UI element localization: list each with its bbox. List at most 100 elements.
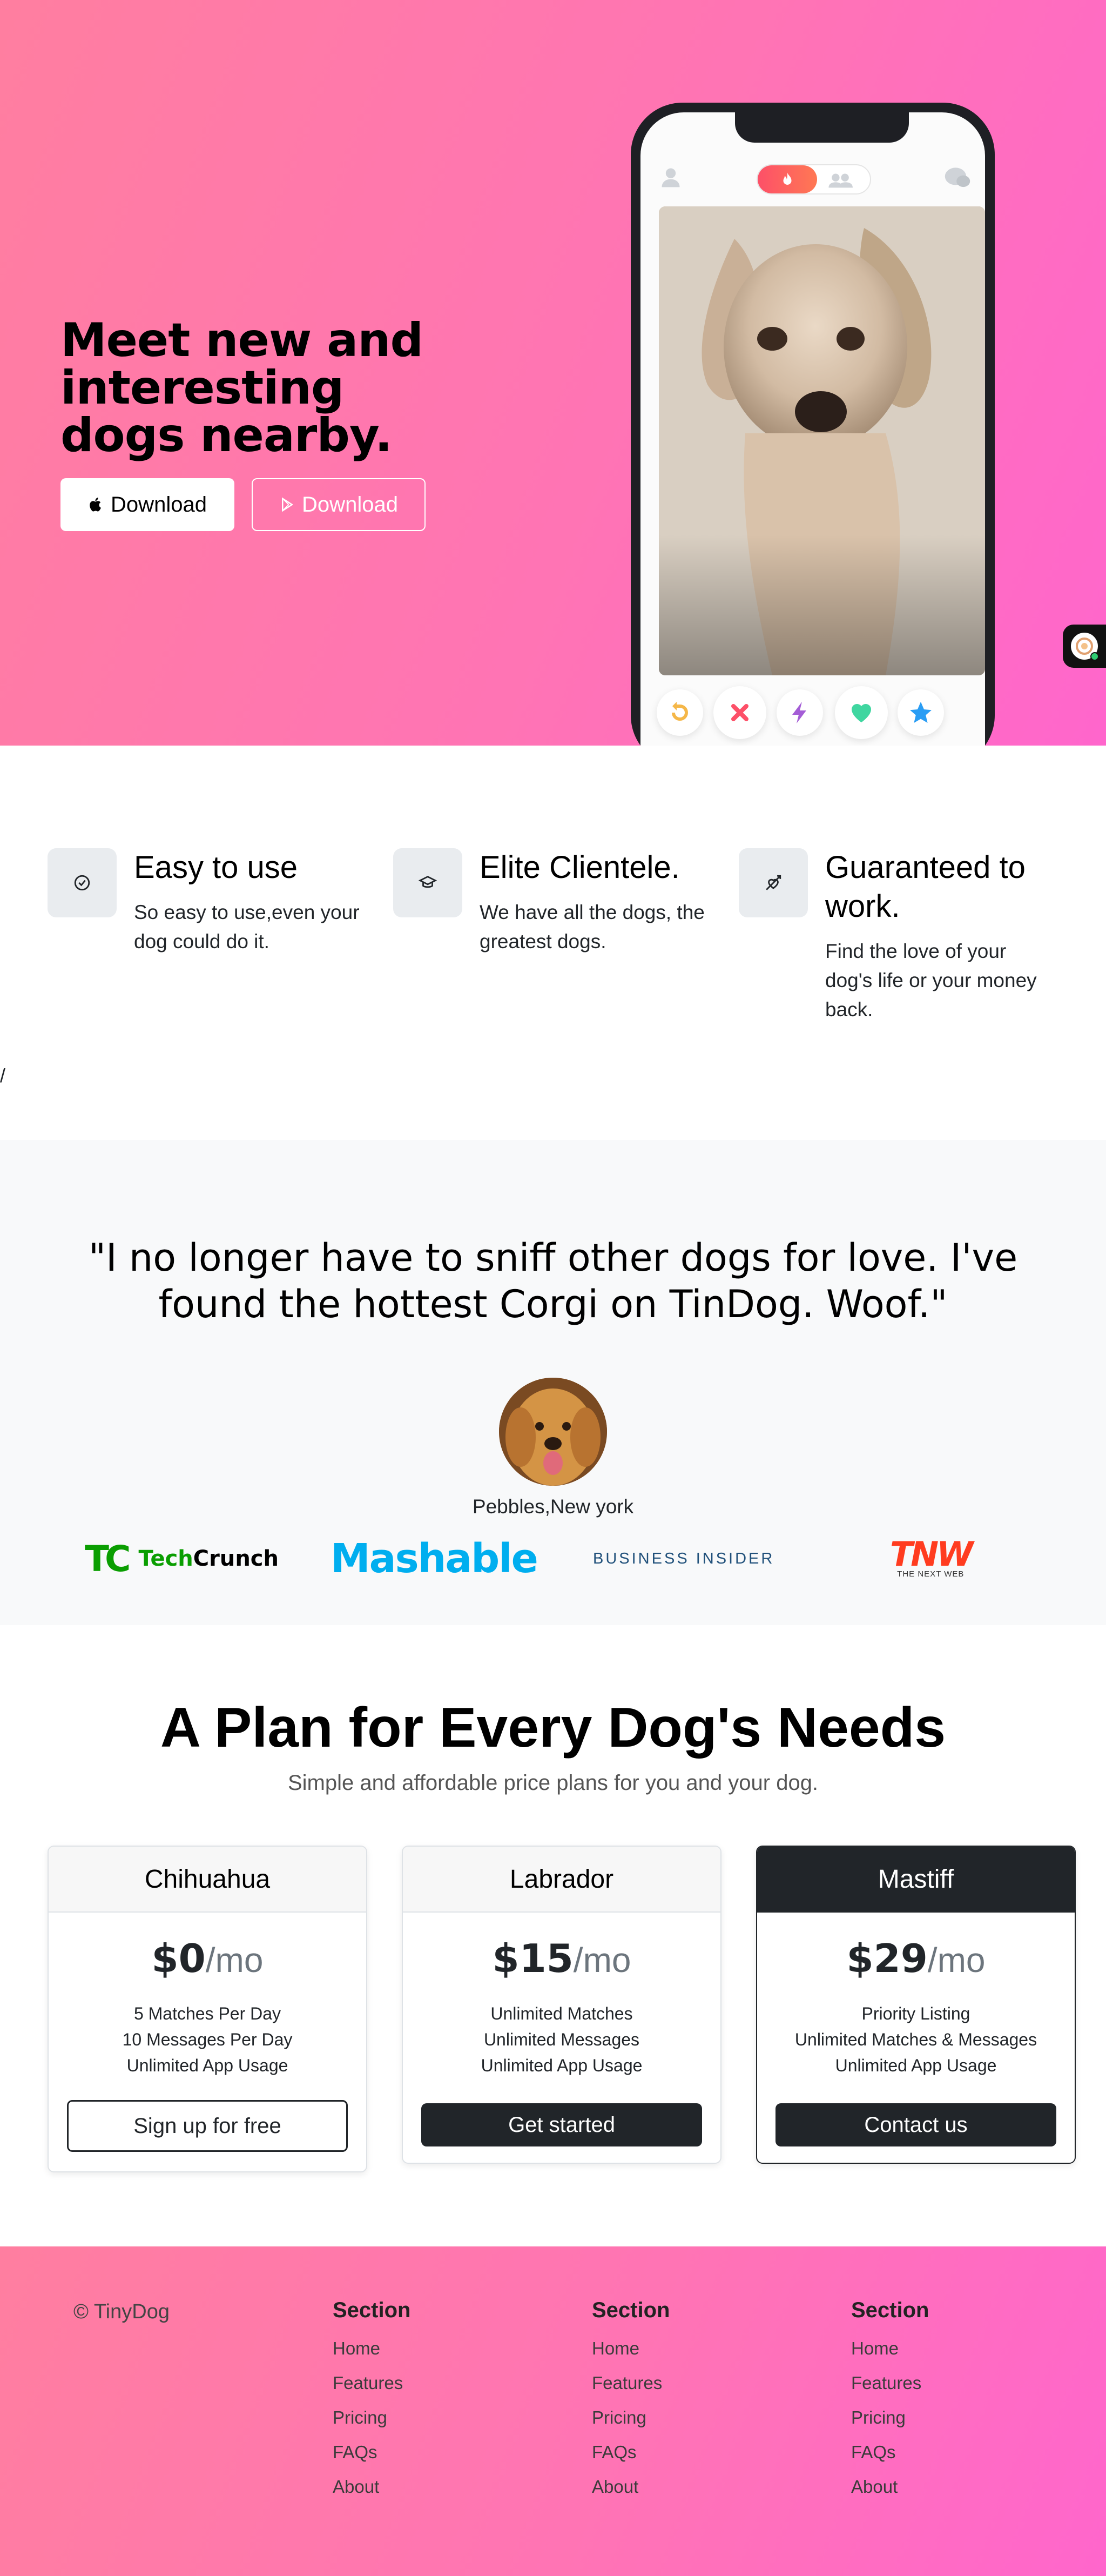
boost-button[interactable] xyxy=(777,689,823,736)
chat-widget-button[interactable] xyxy=(1063,625,1106,668)
footer-link-faqs[interactable]: FAQs xyxy=(851,2435,1013,2470)
google-play-download-button[interactable]: Download xyxy=(252,478,426,531)
flame-icon xyxy=(783,172,792,185)
testimonial-section: "I no longer have to sniff other dogs fo… xyxy=(0,1140,1106,1625)
plan-feature: Unlimited Matches & Messages xyxy=(794,2030,1037,2049)
check-circle-icon xyxy=(48,848,117,917)
tnw-mark: TNW xyxy=(890,1534,974,1574)
footer-link-pricing[interactable]: Pricing xyxy=(333,2400,495,2435)
golden-retriever-photo xyxy=(499,1378,607,1486)
phone-mockup xyxy=(631,103,995,746)
plan-feature: Priority Listing xyxy=(861,2004,970,2023)
plan-name: Labrador xyxy=(403,1847,720,1913)
plan-price: $0/mo xyxy=(49,1933,366,1984)
testimonial-quote: "I no longer have to sniff other dogs fo… xyxy=(88,1236,1018,1326)
pricing-title: A Plan for Every Dog's Needs xyxy=(160,1696,946,1759)
app-top-bar xyxy=(640,162,985,194)
avatar xyxy=(499,1378,607,1486)
footer-link-pricing[interactable]: Pricing xyxy=(592,2400,754,2435)
footer-link-home[interactable]: Home xyxy=(333,2331,495,2366)
feature-title: Guaranteed to work. xyxy=(825,850,1026,924)
techcrunch-word-tech: Tech xyxy=(138,1546,193,1571)
stray-slash-text: / xyxy=(0,1064,6,1086)
google-play-icon xyxy=(282,497,294,512)
hero-section: Meet new and interesting dogs nearby. Do… xyxy=(0,0,1106,746)
flame-tab[interactable] xyxy=(758,165,817,193)
plan-name: Mastiff xyxy=(757,1847,1075,1913)
footer-link-faqs[interactable]: FAQs xyxy=(333,2435,495,2470)
footer-link-features[interactable]: Features xyxy=(592,2366,754,2400)
feature-text: We have all the dogs, the greatest dogs. xyxy=(480,901,705,952)
rewind-icon xyxy=(672,702,688,721)
google-play-download-label: Download xyxy=(302,492,398,516)
chat-icon[interactable] xyxy=(944,166,971,190)
plan-features: Unlimited Matches Unlimited Messages Unl… xyxy=(403,2001,720,2078)
footer-link-about[interactable]: About xyxy=(592,2470,754,2504)
mashable-logo: Mashable xyxy=(331,1535,538,1582)
super-like-button[interactable] xyxy=(898,689,944,736)
plan-card-labrador: Labrador $15/mo Unlimited Matches Unlimi… xyxy=(402,1846,721,2164)
plan-feature: Unlimited App Usage xyxy=(835,2056,997,2075)
swipe-actions xyxy=(640,681,985,740)
footer-column: Section Home Features Pricing FAQs About xyxy=(592,2298,754,2504)
plan-feature: Unlimited Matches xyxy=(490,2004,633,2023)
plan-feature: Unlimited App Usage xyxy=(126,2056,288,2075)
star-icon xyxy=(910,702,932,723)
phone-notch xyxy=(735,112,909,143)
footer-link-features[interactable]: Features xyxy=(851,2366,1013,2400)
contact-us-button[interactable]: Contact us xyxy=(775,2103,1056,2146)
feature-text: So easy to use,even your dog could do it… xyxy=(134,901,360,952)
lightning-icon xyxy=(792,702,806,723)
techcrunch-mark: TC xyxy=(85,1538,131,1580)
footer-link-features[interactable]: Features xyxy=(333,2366,495,2400)
online-status-dot xyxy=(1090,652,1099,661)
plan-features: 5 Matches Per Day 10 Messages Per Day Un… xyxy=(49,2001,366,2078)
plan-features: Priority Listing Unlimited Matches & Mes… xyxy=(757,2001,1075,2078)
plan-price: $15/mo xyxy=(403,1933,720,1984)
feature-text: Find the love of your dog's life or your… xyxy=(825,940,1037,1021)
plan-price-period: /mo xyxy=(205,1941,264,1980)
footer-link-about[interactable]: About xyxy=(333,2470,495,2504)
plan-feature: 5 Matches Per Day xyxy=(133,2004,281,2023)
feature-title: Easy to use xyxy=(134,850,298,885)
plan-feature: Unlimited App Usage xyxy=(481,2056,643,2075)
footer-column: Section Home Features Pricing FAQs About xyxy=(333,2298,495,2504)
chat-widget-avatar xyxy=(1071,633,1099,661)
tnw-subtitle: THE NEXT WEB xyxy=(897,1569,965,1579)
footer-link-faqs[interactable]: FAQs xyxy=(592,2435,754,2470)
footer: © TinyDog Section Home Features Pricing … xyxy=(0,2246,1106,2576)
app-store-download-button[interactable]: Download xyxy=(60,478,234,531)
like-button[interactable] xyxy=(835,686,888,739)
business-insider-logo: BUSINESS INSIDER xyxy=(593,1549,775,1567)
close-icon xyxy=(731,704,748,721)
footer-column: Section Home Features Pricing FAQs About xyxy=(851,2298,1013,2504)
sign-up-free-button[interactable]: Sign up for free xyxy=(67,2100,348,2152)
profile-icon[interactable] xyxy=(659,165,683,189)
group-icon[interactable] xyxy=(828,172,853,188)
dog-profile-photo[interactable] xyxy=(659,206,985,675)
footer-link-home[interactable]: Home xyxy=(851,2331,1013,2366)
dog-illustration xyxy=(659,206,985,675)
plan-price-period: /mo xyxy=(927,1941,986,1980)
plan-name: Chihuahua xyxy=(49,1847,366,1913)
rewind-button[interactable] xyxy=(657,689,703,736)
nope-button[interactable] xyxy=(713,686,766,739)
get-started-button[interactable]: Get started xyxy=(421,2103,702,2146)
footer-link-about[interactable]: About xyxy=(851,2470,1013,2504)
techcrunch-logo: TC TechCrunch xyxy=(85,1534,279,1583)
mode-toggle[interactable] xyxy=(757,164,871,194)
heart-icon xyxy=(852,704,871,722)
footer-link-pricing[interactable]: Pricing xyxy=(851,2400,1013,2435)
plan-price: $29/mo xyxy=(757,1933,1075,1984)
plan-card-chihuahua: Chihuahua $0/mo 5 Matches Per Day 10 Mes… xyxy=(48,1846,367,2172)
copyright-text: © TinyDog xyxy=(73,2300,170,2323)
pricing-section: A Plan for Every Dog's Needs Simple and … xyxy=(0,1625,1106,2246)
footer-column-heading: Section xyxy=(851,2298,929,2322)
techcrunch-word-crunch: Crunch xyxy=(193,1546,279,1571)
plan-card-mastiff: Mastiff $29/mo Priority Listing Unlimite… xyxy=(756,1846,1076,2164)
footer-link-home[interactable]: Home xyxy=(592,2331,754,2366)
plan-price-period: /mo xyxy=(573,1941,631,1980)
tnw-logo: TNW THE NEXT WEB xyxy=(890,1534,974,1583)
plan-price-amount: $29 xyxy=(846,1936,928,1981)
footer-column-heading: Section xyxy=(592,2298,670,2322)
